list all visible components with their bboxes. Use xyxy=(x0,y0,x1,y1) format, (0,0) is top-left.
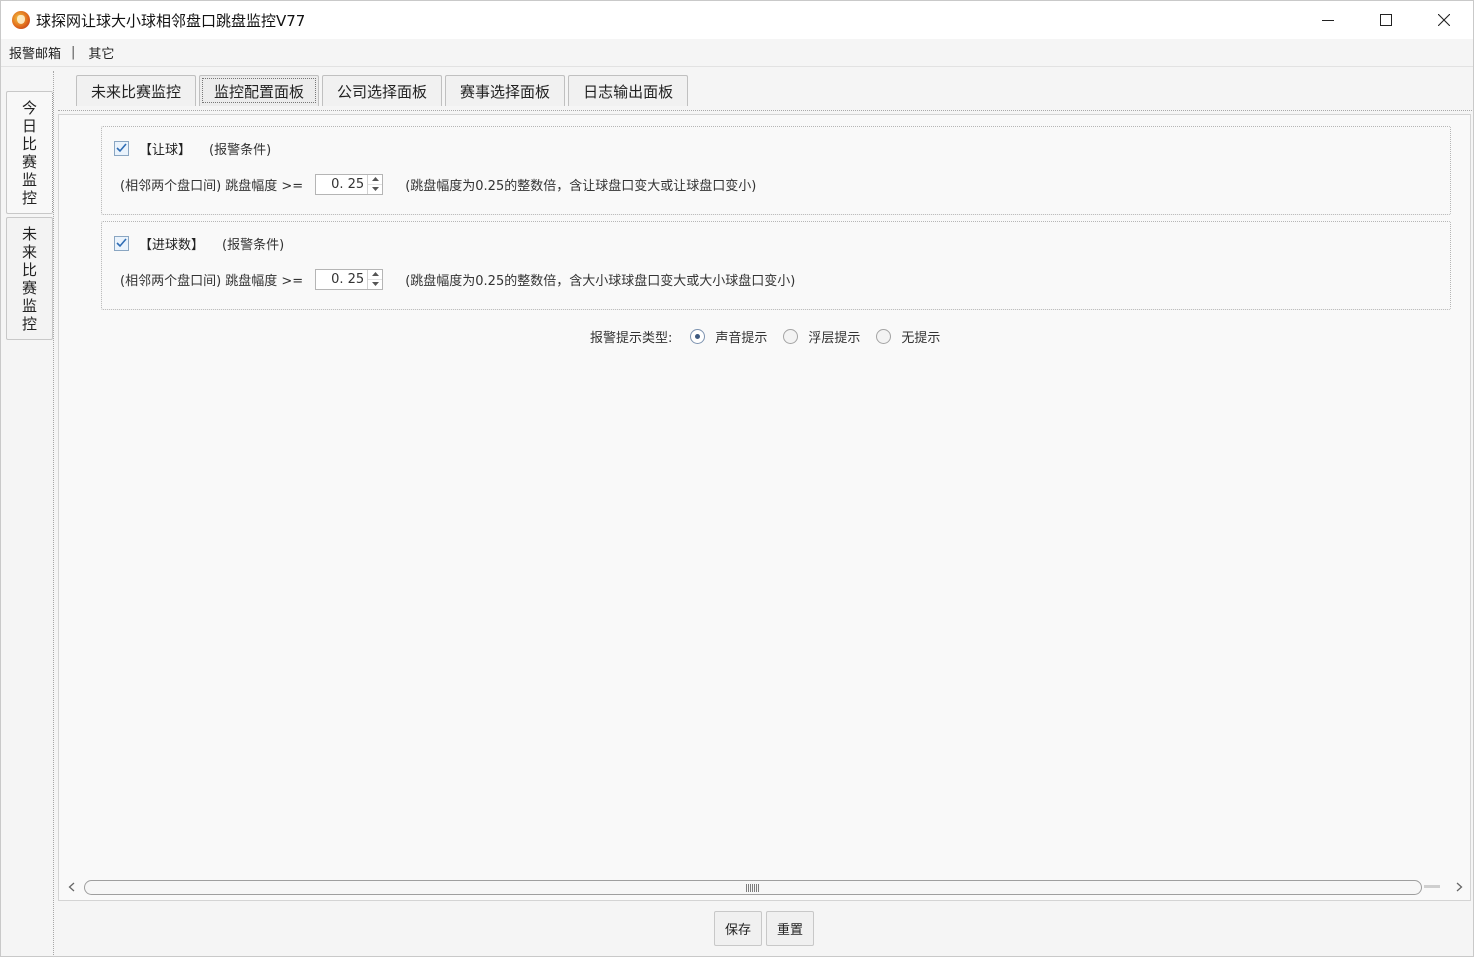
scroll-left-button[interactable] xyxy=(60,877,82,897)
vtab-future-monitor[interactable]: 未 来 比 赛 监 控 xyxy=(6,217,53,340)
horizontal-scrollbar[interactable] xyxy=(60,877,1470,897)
chevron-right-icon xyxy=(1456,882,1462,892)
handicap-hint: (跳盘幅度为0.25的整数倍，含让球盘口变大或让球盘口变小) xyxy=(405,178,757,194)
handicap-threshold-spinner[interactable]: 0. 25 xyxy=(315,173,384,195)
spinner-up-button[interactable] xyxy=(368,270,382,279)
alert-popup-label: 浮层提示 xyxy=(808,330,861,346)
minimize-icon xyxy=(1322,20,1334,21)
vtab-char: 监 xyxy=(21,296,37,315)
scroll-track-rest xyxy=(1424,885,1440,888)
handicap-threshold-value[interactable]: 0. 25 xyxy=(316,177,367,192)
tab-league-select[interactable]: 赛事选择面板 xyxy=(445,75,566,106)
scroll-thumb[interactable] xyxy=(84,880,1422,895)
vtab-char: 控 xyxy=(21,188,37,207)
vtab-char: 未 xyxy=(21,224,37,243)
goals-checkbox[interactable] xyxy=(114,235,129,251)
spinner-buttons xyxy=(367,269,383,289)
alert-sound-label: 声音提示 xyxy=(715,330,768,346)
vtab-char: 赛 xyxy=(21,278,37,297)
goals-condition-label: (报警条件) xyxy=(222,237,285,253)
save-button[interactable]: 保存 xyxy=(714,911,762,946)
spinner-up-button[interactable] xyxy=(368,175,382,184)
app-window: 球探网让球大小球相邻盘口跳盘监控V77 报警邮箱 | 其它 今 日 比 赛 监 … xyxy=(0,0,1474,957)
menu-alert-email[interactable]: 报警邮箱 xyxy=(8,43,62,62)
radio-none[interactable] xyxy=(876,328,892,344)
config-panel: 【让球】 (报警条件) (相邻两个盘口间) 跳盘幅度 >= 0. 25 (跳盘幅… xyxy=(58,114,1471,901)
handicap-title: 【让球】 xyxy=(139,142,192,158)
goals-threshold-row: (相邻两个盘口间) 跳盘幅度 >= 0. 25 (跳盘幅度为0.25的整数倍，含… xyxy=(120,268,795,290)
alert-popup-option[interactable]: 浮层提示 xyxy=(783,327,860,346)
handicap-condition-label: (报警条件) xyxy=(209,142,272,158)
handicap-checkbox[interactable] xyxy=(114,140,129,156)
tab-company-select[interactable]: 公司选择面板 xyxy=(322,75,443,106)
vtab-char: 比 xyxy=(21,260,37,279)
tab-divider xyxy=(58,110,1472,111)
scroll-right-button[interactable] xyxy=(1448,877,1470,897)
alert-sound-option[interactable]: 声音提示 xyxy=(690,327,767,346)
window-title: 球探网让球大小球相邻盘口跳盘监控V77 xyxy=(36,11,306,30)
goals-header: 【进球数】 (报警条件) xyxy=(114,234,285,253)
arrow-down-icon xyxy=(371,187,379,191)
arrow-up-icon xyxy=(371,177,379,181)
checkmark-icon xyxy=(116,143,127,153)
maximize-icon xyxy=(1380,14,1392,26)
tab-monitor-config[interactable]: 监控配置面板 xyxy=(199,75,320,106)
alert-none-label: 无提示 xyxy=(901,330,941,346)
menu-bar: 报警邮箱 | 其它 xyxy=(1,39,1473,67)
goals-threshold-label: (相邻两个盘口间) 跳盘幅度 >= xyxy=(120,273,304,289)
vtab-char: 今 xyxy=(21,98,37,117)
close-icon xyxy=(1438,14,1450,26)
tab-bar: 未来比赛监控 监控配置面板 公司选择面板 赛事选择面板 日志输出面板 xyxy=(76,75,691,107)
close-button[interactable] xyxy=(1415,1,1473,39)
goals-hint: (跳盘幅度为0.25的整数倍，含大小球球盘口变大或大小球盘口变小) xyxy=(405,273,796,289)
arrow-up-icon xyxy=(371,272,379,276)
handicap-threshold-label: (相邻两个盘口间) 跳盘幅度 >= xyxy=(120,178,304,194)
tab-log-output[interactable]: 日志输出面板 xyxy=(568,75,689,106)
vtab-char: 日 xyxy=(21,116,37,135)
vtab-char: 赛 xyxy=(21,152,37,171)
spinner-buttons xyxy=(367,174,383,194)
handicap-header: 【让球】 (报警条件) xyxy=(114,139,272,158)
handicap-group: 【让球】 (报警条件) (相邻两个盘口间) 跳盘幅度 >= 0. 25 (跳盘幅… xyxy=(101,126,1451,215)
title-bar[interactable]: 球探网让球大小球相邻盘口跳盘监控V77 xyxy=(1,1,1473,39)
alert-type-row: 报警提示类型: 声音提示 浮层提示 无提示 xyxy=(590,326,956,346)
minimize-button[interactable] xyxy=(1299,1,1357,39)
app-logo-icon xyxy=(12,11,30,29)
alert-type-label: 报警提示类型: xyxy=(590,330,673,346)
alert-none-option[interactable]: 无提示 xyxy=(876,327,940,346)
checkmark-icon xyxy=(116,238,127,248)
spinner-down-button[interactable] xyxy=(368,183,383,194)
goals-threshold-spinner[interactable]: 0. 25 xyxy=(315,268,384,290)
radio-sound[interactable] xyxy=(690,328,706,344)
vtab-char: 来 xyxy=(21,242,37,261)
tab-future-monitor[interactable]: 未来比赛监控 xyxy=(76,75,197,106)
reset-button[interactable]: 重置 xyxy=(766,911,814,946)
vtab-char: 比 xyxy=(21,134,37,153)
left-divider xyxy=(53,71,54,956)
vtab-today-monitor[interactable]: 今 日 比 赛 监 控 xyxy=(6,91,53,214)
vtab-char: 控 xyxy=(21,314,37,333)
window-controls xyxy=(1299,1,1473,39)
grip-icon xyxy=(746,883,760,892)
arrow-down-icon xyxy=(371,282,379,286)
scroll-track[interactable] xyxy=(82,877,1448,897)
handicap-threshold-row: (相邻两个盘口间) 跳盘幅度 >= 0. 25 (跳盘幅度为0.25的整数倍，含… xyxy=(120,173,756,195)
spinner-down-button[interactable] xyxy=(368,278,383,289)
menu-other[interactable]: 其它 xyxy=(87,43,115,62)
menu-separator: | xyxy=(71,45,76,60)
goals-threshold-value[interactable]: 0. 25 xyxy=(316,272,367,287)
vtab-char: 监 xyxy=(21,170,37,189)
radio-popup[interactable] xyxy=(783,328,799,344)
goals-group: 【进球数】 (报警条件) (相邻两个盘口间) 跳盘幅度 >= 0. 25 (跳盘… xyxy=(101,221,1451,310)
chevron-left-icon xyxy=(68,882,74,892)
goals-title: 【进球数】 xyxy=(139,237,205,253)
maximize-button[interactable] xyxy=(1357,1,1415,39)
